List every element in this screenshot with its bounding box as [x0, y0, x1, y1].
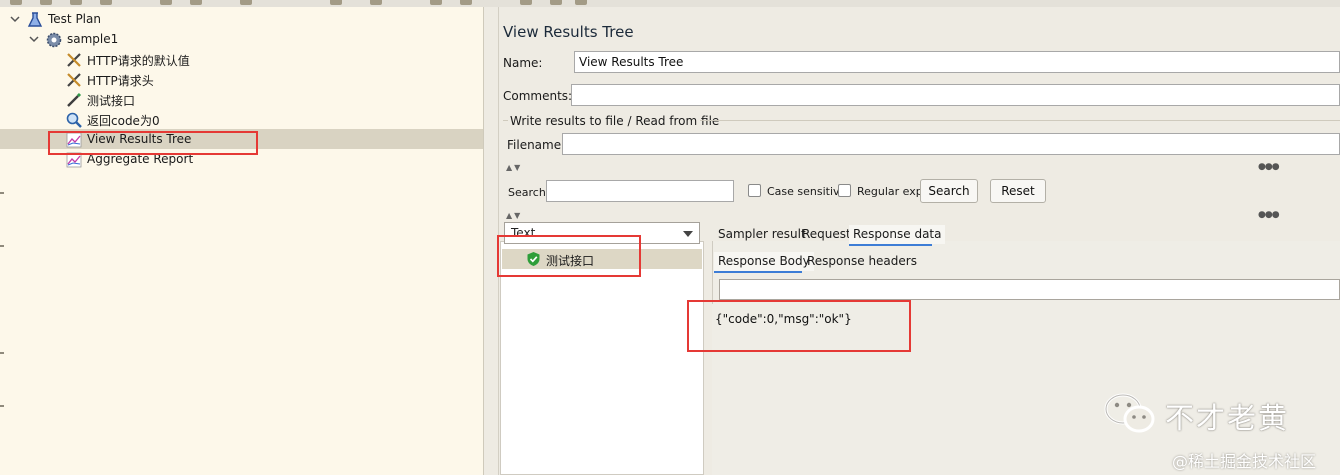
more-dots-icon[interactable]: ●●● [1258, 210, 1280, 220]
tree-node-test-plan[interactable]: Test Plan [0, 9, 483, 29]
toolbar-button-icon[interactable] [430, 0, 442, 5]
tree-node-label: sample1 [67, 32, 119, 46]
chevron-down-icon [683, 231, 693, 237]
toolbar-button-icon[interactable] [330, 0, 342, 5]
toolbar [0, 0, 1340, 7]
tab-response-data[interactable]: Response data [849, 225, 946, 244]
search-button[interactable]: Search [920, 179, 978, 203]
toolbar-button-icon[interactable] [240, 0, 252, 5]
name-field[interactable]: View Results Tree [574, 51, 1340, 73]
annotation-box [497, 235, 641, 277]
filename-label: Filename [507, 138, 562, 152]
edge-marker [0, 405, 4, 407]
wrench-icon [67, 73, 81, 87]
filename-field[interactable] [562, 133, 1340, 155]
tab-active-indicator [849, 244, 932, 246]
toolbar-button-icon[interactable] [10, 0, 22, 5]
edge-marker [0, 245, 4, 247]
search-label: Search: [508, 186, 550, 199]
toolbar-button-icon[interactable] [370, 0, 382, 5]
toolbar-button-icon[interactable] [460, 0, 472, 5]
panel-title: View Results Tree [503, 23, 634, 41]
regex-label: Regular exp. [857, 185, 927, 198]
edge-marker [0, 192, 4, 194]
tree-node-label: HTTP请求的默认值 [87, 54, 190, 68]
tree-node-test-sampler[interactable]: 测试接口 [0, 89, 483, 109]
case-sensitive-label: Case sensitive [767, 185, 847, 198]
more-dots-icon[interactable]: ●●● [1258, 162, 1280, 172]
watermark-site: @稀土掘金技术社区 [1172, 452, 1317, 471]
toolbar-button-icon[interactable] [190, 0, 202, 5]
tab-response-body[interactable]: Response Body [714, 252, 814, 271]
tab-request[interactable]: Request [802, 227, 851, 241]
tab-sampler-result[interactable]: Sampler result [718, 227, 806, 241]
section-border [700, 120, 1340, 121]
case-sensitive-checkbox[interactable] [748, 184, 761, 197]
magnifier-icon [66, 112, 82, 128]
tree-node-label: 返回code为0 [87, 114, 160, 128]
edge-marker [0, 352, 4, 354]
name-label: Name: [503, 56, 543, 70]
tree-node-assertion[interactable]: 返回code为0 [0, 109, 483, 129]
toolbar-button-icon[interactable] [520, 0, 532, 5]
toolbar-button-icon[interactable] [70, 0, 82, 5]
section-border [503, 120, 508, 121]
annotation-box [48, 131, 258, 155]
test-plan-tree: Test Plan sample1 HTTP请求的默认值 HTTP请求头 测试接… [0, 7, 484, 475]
toolbar-button-icon[interactable] [550, 0, 562, 5]
toolbar-button-icon[interactable] [575, 0, 587, 5]
tree-node-http-defaults[interactable]: HTTP请求的默认值 [0, 49, 483, 69]
tree-node-label: 测试接口 [87, 94, 136, 108]
collapse-arrows-icon[interactable]: ▲▼ [506, 163, 522, 172]
watermark-author: 不才老黄 [1165, 401, 1290, 435]
file-section-legend: Write results to file / Read from file [510, 114, 720, 128]
comments-field[interactable] [571, 84, 1340, 106]
tab-response-headers[interactable]: Response headers [807, 254, 917, 268]
toolbar-button-icon[interactable] [100, 0, 112, 5]
collapse-arrows-icon[interactable]: ▲▼ [506, 211, 522, 220]
tree-node-http-header[interactable]: HTTP请求头 [0, 69, 483, 89]
toolbar-button-icon[interactable] [40, 0, 52, 5]
search-input[interactable] [546, 180, 734, 202]
tree-node-sample1[interactable]: sample1 [0, 29, 483, 49]
wechat-icon [1104, 393, 1155, 433]
beaker-icon [27, 12, 43, 27]
regex-checkbox[interactable] [838, 184, 851, 197]
chevron-down-icon[interactable] [8, 12, 22, 26]
reset-button[interactable]: Reset [990, 179, 1046, 203]
wrench-icon [67, 53, 81, 67]
toolbar-button-icon[interactable] [160, 0, 172, 5]
tree-node-label: HTTP请求头 [87, 74, 154, 88]
annotation-box [687, 300, 911, 352]
subtab-active-indicator [714, 271, 802, 273]
chevron-down-icon[interactable] [27, 32, 41, 46]
response-search-field[interactable] [719, 279, 1340, 300]
comments-label: Comments: [503, 89, 573, 103]
gear-icon [46, 32, 62, 48]
pipette-icon [67, 92, 82, 107]
tree-node-label: Test Plan [48, 12, 101, 26]
